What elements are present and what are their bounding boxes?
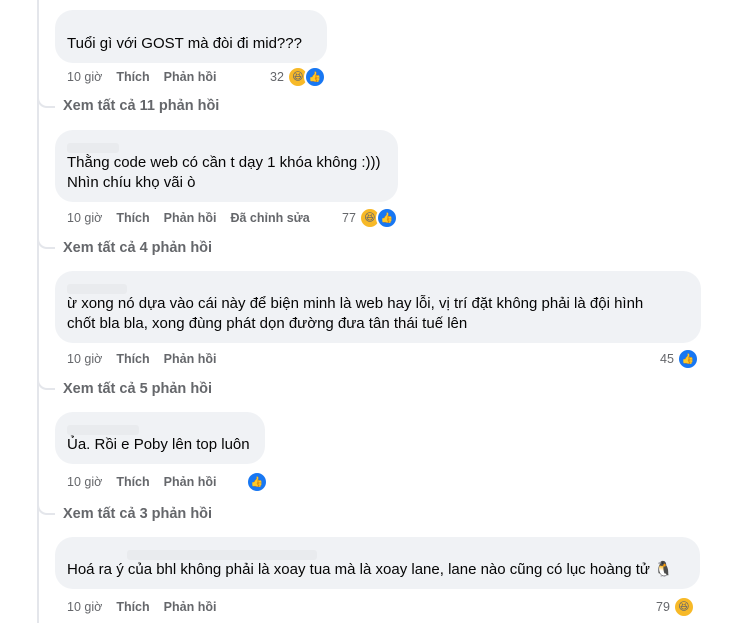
reply-button[interactable]: Phản hồi — [164, 475, 217, 489]
timestamp[interactable]: 10 giờ — [67, 475, 102, 489]
reaction-summary[interactable]: 77 😆 👍 — [342, 207, 398, 229]
comment-bubble: Ủa. Rồi e Poby lên top luôn — [55, 412, 265, 464]
comment-text-line: ừ xong nó dựa vào cái này để biện minh l… — [67, 295, 644, 312]
like-button[interactable]: Thích — [116, 475, 149, 489]
timestamp[interactable]: 10 giờ — [67, 70, 102, 84]
like-button[interactable]: Thích — [116, 211, 149, 225]
reply-button[interactable]: Phản hồi — [164, 600, 217, 614]
comment-actions: 10 giờ Thích Phản hồi — [67, 600, 216, 614]
comment-5: Hoá ra ý của bhl không phải là xoay tua … — [55, 537, 700, 589]
like-icon: 👍 — [676, 348, 699, 370]
reaction-summary[interactable]: 32 😆 👍 — [270, 66, 326, 88]
comment-bubble: Tuổi gì với GOST mà đòi đi mid??? — [55, 10, 327, 63]
comment-actions: 10 giờ Thích Phản hồi — [67, 70, 216, 84]
like-icon: 👍 — [303, 66, 326, 88]
like-icon: 👍 — [375, 207, 398, 229]
comment-text-line: Ủa. Rồi e Poby lên top luôn — [67, 436, 250, 453]
comment-text-line: chốt bla bla, xong đùng phát dọn đường đ… — [67, 315, 468, 332]
comment-4: Ủa. Rồi e Poby lên top luôn — [55, 412, 265, 464]
redacted-author-name — [67, 280, 689, 294]
comment-bubble: Hoá ra ý của bhl không phải là xoay tua … — [55, 537, 700, 589]
reply-button[interactable]: Phản hồi — [164, 211, 217, 225]
reply-connector — [37, 92, 55, 108]
comment-text-line: Thằng code web có cần t dạy 1 khóa không… — [67, 154, 381, 171]
reply-button[interactable]: Phản hồi — [164, 352, 217, 366]
haha-icon: 😆 — [672, 596, 695, 618]
view-replies-link[interactable]: Xem tất cả 4 phản hồi — [63, 240, 212, 256]
timestamp[interactable]: 10 giờ — [67, 600, 102, 614]
comment-text-line: Nhìn chíu khọ vãi ò — [67, 174, 196, 191]
view-replies-link[interactable]: Xem tất cả 5 phản hồi — [63, 381, 212, 397]
comment-3: ừ xong nó dựa vào cái này để biện minh l… — [55, 271, 701, 343]
reply-button[interactable]: Phản hồi — [164, 70, 217, 84]
like-icon: 👍 — [246, 471, 268, 493]
redacted-author-name — [67, 139, 386, 153]
reaction-count: 32 — [270, 70, 284, 84]
comment-bubble: ừ xong nó dựa vào cái này để biện minh l… — [55, 271, 701, 343]
view-replies-link[interactable]: Xem tất cả 11 phản hồi — [63, 98, 219, 114]
reaction-count: 77 — [342, 211, 356, 225]
reaction-summary[interactable]: 45 👍 — [660, 348, 699, 370]
redacted-author-name — [67, 546, 688, 560]
reaction-summary[interactable]: 79 😆 — [656, 596, 695, 618]
timestamp[interactable]: 10 giờ — [67, 352, 102, 366]
edited-label: Đã chỉnh sửa — [230, 211, 310, 225]
reaction-summary[interactable]: 👍 — [243, 471, 268, 493]
comment-1: Tuổi gì với GOST mà đòi đi mid??? — [55, 10, 327, 63]
comment-actions: 10 giờ Thích Phản hồi — [67, 475, 216, 489]
comment-bubble: Thằng code web có cần t dạy 1 khóa không… — [55, 130, 398, 202]
comment-actions: 10 giờ Thích Phản hồi — [67, 352, 216, 366]
reply-connector — [37, 233, 55, 249]
reaction-count: 45 — [660, 352, 674, 366]
view-replies-link[interactable]: Xem tất cả 3 phản hồi — [63, 506, 212, 522]
reply-connector — [37, 374, 55, 390]
reaction-count: 79 — [656, 600, 670, 614]
reply-connector — [37, 499, 55, 515]
like-button[interactable]: Thích — [116, 352, 149, 366]
like-button[interactable]: Thích — [116, 70, 149, 84]
redacted-author-name — [67, 421, 253, 435]
comment-text-line: Tuổi gì với GOST mà đòi đi mid??? — [67, 35, 302, 52]
like-button[interactable]: Thích — [116, 600, 149, 614]
comment-text-line: Hoá ra ý của bhl không phải là xoay tua … — [67, 561, 673, 578]
comment-2: Thằng code web có cần t dạy 1 khóa không… — [55, 130, 398, 202]
comment-actions: 10 giờ Thích Phản hồi Đã chỉnh sửa — [67, 211, 310, 225]
timestamp[interactable]: 10 giờ — [67, 211, 102, 225]
